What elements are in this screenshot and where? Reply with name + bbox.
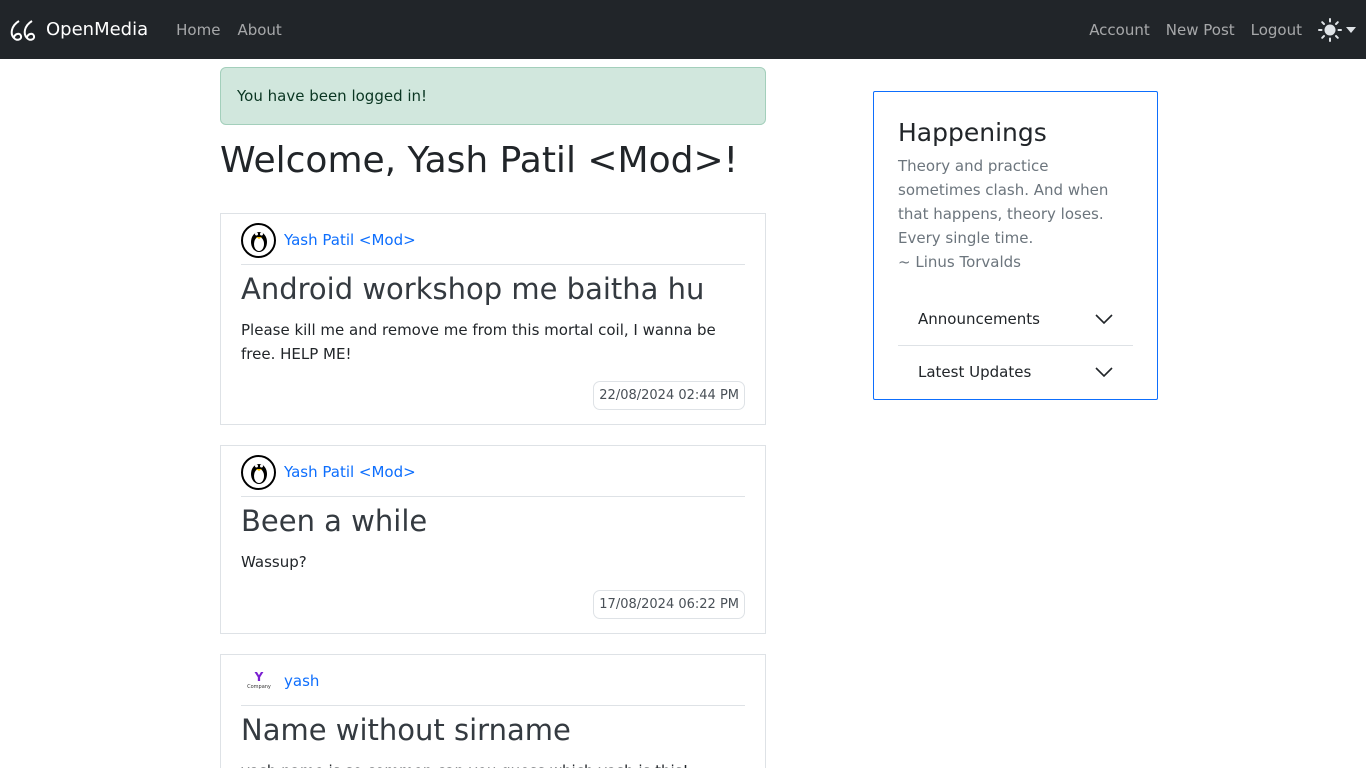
- nav-home-link[interactable]: Home: [176, 21, 220, 39]
- tux-penguin-icon: [250, 232, 267, 252]
- quote-author: ~ Linus Torvalds: [898, 253, 1021, 271]
- post-card: Yash Patil <Mod> Android workshop me bai…: [220, 213, 766, 425]
- post-header: Yash Patil <Mod>: [241, 222, 745, 265]
- company-logo-letter: Y: [253, 670, 263, 684]
- top-navbar: OpenMedia Home About Account New Post Lo…: [0, 0, 1366, 59]
- accordion-announcements[interactable]: Announcements: [898, 292, 1133, 345]
- happenings-sidebar: Happenings Theory and practice sometimes…: [873, 91, 1158, 400]
- author-link[interactable]: Yash Patil <Mod>: [284, 231, 416, 249]
- post-timestamp: 22/08/2024 02:44 PM: [593, 381, 745, 410]
- tux-penguin-icon: [250, 464, 267, 484]
- quote-text: Theory and practice sometimes clash. And…: [898, 157, 1109, 247]
- accordion-label: Latest Updates: [918, 363, 1032, 381]
- author-link[interactable]: yash: [284, 672, 319, 690]
- post-card: Y Company yash Name without sirname yash…: [220, 654, 766, 768]
- post-body: yash name is so common can you guess whi…: [241, 759, 745, 768]
- post-body: Please kill me and remove me from this m…: [241, 321, 716, 363]
- welcome-heading: Welcome, Yash Patil <Mod>!: [220, 140, 739, 181]
- nav-logout-link[interactable]: Logout: [1251, 21, 1302, 39]
- login-success-alert: You have been logged in!: [220, 67, 766, 125]
- alert-text: You have been logged in!: [237, 87, 428, 105]
- post-timestamp: 17/08/2024 06:22 PM: [593, 590, 745, 619]
- quote-logo-icon: [10, 19, 36, 41]
- post-title[interactable]: Been a while: [241, 505, 745, 537]
- sidebar-quote: Theory and practice sometimes clash. And…: [898, 154, 1133, 274]
- sidebar-title: Happenings: [898, 118, 1047, 147]
- theme-toggle-button[interactable]: [1318, 17, 1356, 42]
- sidebar-accordion: Announcements Latest Updates: [898, 292, 1133, 398]
- post-header: Yash Patil <Mod>: [241, 454, 745, 497]
- post-card: Yash Patil <Mod> Been a while Wassup? 17…: [220, 445, 766, 634]
- nav-new-post-link[interactable]: New Post: [1166, 21, 1235, 39]
- avatar[interactable]: [241, 454, 276, 490]
- company-logo-text: Company: [247, 684, 271, 690]
- post-title[interactable]: Android workshop me baitha hu: [241, 273, 745, 305]
- nav-account-link[interactable]: Account: [1089, 21, 1150, 39]
- avatar[interactable]: [241, 222, 276, 258]
- brand-link[interactable]: OpenMedia: [10, 18, 148, 42]
- caret-down-icon: [1346, 26, 1356, 33]
- brand-name: OpenMedia: [46, 19, 149, 40]
- post-body: Wassup?: [241, 553, 307, 571]
- chevron-down-icon: [1095, 367, 1113, 377]
- post-header: Y Company yash: [241, 663, 745, 706]
- sun-icon: [1318, 17, 1342, 42]
- accordion-latest-updates[interactable]: Latest Updates: [898, 345, 1133, 398]
- nav-about-link[interactable]: About: [237, 21, 281, 39]
- company-logo-icon: Y Company: [247, 670, 271, 690]
- accordion-label: Announcements: [918, 309, 1040, 328]
- avatar[interactable]: Y Company: [241, 663, 276, 699]
- post-title[interactable]: Name without sirname: [241, 714, 745, 746]
- chevron-down-icon: [1095, 313, 1113, 324]
- author-link[interactable]: Yash Patil <Mod>: [284, 463, 416, 481]
